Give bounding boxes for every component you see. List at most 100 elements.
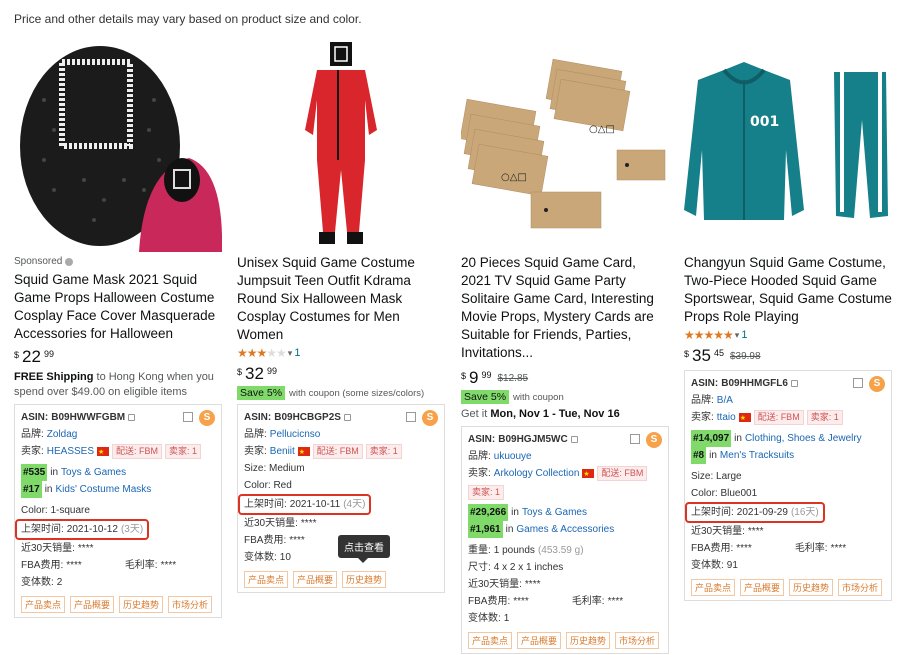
svg-text:○△□: ○△□ bbox=[589, 124, 615, 135]
asin: B09HCBGP2S bbox=[274, 412, 341, 423]
plugin-logo-icon[interactable]: S bbox=[646, 432, 662, 448]
variant-info: Color: 1-square bbox=[21, 505, 90, 516]
price-disclaimer: Price and other details may vary based o… bbox=[14, 12, 362, 26]
history-trend-button[interactable]: 历史趋势 bbox=[789, 579, 834, 596]
star-rating-icon: ★★★★★ bbox=[684, 328, 734, 342]
svg-text:001: 001 bbox=[750, 114, 779, 130]
seller-sprite-panel: S ASIN: B09HGJM5WC 品牌: ukuouye 卖家: Arkolog… bbox=[461, 426, 669, 654]
listed-date-highlight: 上架时间: 2021-09-29 (16天) bbox=[685, 502, 825, 523]
plugin-logo-icon[interactable]: S bbox=[422, 410, 438, 426]
summary-button[interactable]: 产品概要 bbox=[70, 596, 115, 613]
rating[interactable]: ★★★★★ ▾ 1 bbox=[684, 328, 892, 342]
asin: B09HWWFGBM bbox=[51, 412, 126, 423]
product-title[interactable]: Changyun Squid Game Costume, Two-Piece H… bbox=[684, 254, 892, 326]
asin: B09HHMGFL6 bbox=[721, 378, 788, 389]
price: $32 99 bbox=[237, 364, 277, 383]
product-title[interactable]: 20 Pieces Squid Game Card, 2021 TV Squid… bbox=[461, 254, 669, 362]
product-card: Sponsored Squid Game Mask 2021 Squid Gam… bbox=[14, 40, 223, 618]
product-title[interactable]: Unisex Squid Game Costume Jumpsuit Teen … bbox=[237, 254, 445, 344]
sponsored-label: Sponsored bbox=[14, 256, 222, 267]
star-rating-icon: ★★★★★ bbox=[237, 346, 287, 360]
seller-sprite-panel: S ASIN: B09HHMGFL6 品牌:B/A 卖家:ttaio配送: FB… bbox=[684, 370, 892, 601]
category-link[interactable]: Games & Accessories bbox=[516, 521, 614, 538]
summary-button[interactable]: 产品概要 bbox=[517, 632, 562, 649]
product-image[interactable]: ○△□ ○△□ bbox=[459, 40, 669, 252]
grid-icon[interactable] bbox=[406, 412, 416, 422]
rank-badge: #14,097 bbox=[691, 430, 732, 447]
delivery-info: Get it Mon, Nov 1 - Tue, Nov 16 bbox=[461, 408, 620, 420]
svg-text:○△□: ○△□ bbox=[501, 172, 527, 183]
grid-icon[interactable] bbox=[630, 434, 640, 444]
list-price: $12.85 bbox=[497, 373, 529, 384]
price: $9 99 $12.85 bbox=[461, 368, 529, 387]
category-link[interactable]: Toys & Games bbox=[61, 464, 126, 481]
price: $35 45 $39.98 bbox=[684, 346, 761, 365]
variant-info: Color: Red bbox=[244, 480, 292, 491]
coupon[interactable]: Save 5% with coupon (some sizes/colors) bbox=[237, 386, 445, 400]
info-icon[interactable] bbox=[65, 257, 74, 266]
market-analysis-button[interactable]: 市场分析 bbox=[168, 596, 213, 613]
china-flag-icon bbox=[582, 466, 595, 483]
seller-link[interactable]: Arkology Collection bbox=[494, 465, 580, 482]
rank-badge: #8 bbox=[691, 447, 707, 464]
listed-date-highlight: 上架时间: 2021-10-12 (3天) bbox=[15, 519, 150, 540]
plugin-logo-icon[interactable]: S bbox=[199, 410, 215, 426]
asin: B09HGJM5WC bbox=[498, 434, 568, 445]
seller-link[interactable]: ttaio bbox=[717, 409, 736, 426]
category-link[interactable]: Men's Tracksuits bbox=[720, 447, 794, 464]
product-image[interactable]: 001 bbox=[684, 40, 892, 252]
copy-icon[interactable] bbox=[128, 414, 136, 421]
variant-info: Color: Blue001 bbox=[691, 488, 758, 499]
listed-date-highlight: 上架时间: 2021-10-11 (4天) bbox=[238, 494, 372, 515]
product-title[interactable]: Squid Game Mask 2021 Squid Game Props Ha… bbox=[14, 271, 222, 343]
selling-points-button[interactable]: 产品卖点 bbox=[468, 632, 513, 649]
china-flag-icon bbox=[297, 444, 310, 461]
product-image[interactable] bbox=[237, 40, 445, 252]
market-analysis-button[interactable]: 市场分析 bbox=[838, 579, 883, 596]
seller-sprite-panel: S ASIN: B09HCBGP2S 品牌: Pellucicnso 卖家: Ben… bbox=[237, 404, 445, 593]
selling-points-button[interactable]: 产品卖点 bbox=[691, 579, 736, 596]
brand-link[interactable]: B/A bbox=[717, 392, 733, 409]
product-card: 001 Changyun Squid Game Costume, Two-Pie… bbox=[684, 40, 892, 601]
rating[interactable]: ★★★★★ ▾ 1 bbox=[237, 346, 445, 360]
seller-sprite-panel: S ASIN: B09HWWFGBM 品牌:Zoldag 卖家:HEASSES配… bbox=[14, 404, 222, 618]
summary-button[interactable]: 产品概要 bbox=[740, 579, 785, 596]
rank-badge: #29,266 bbox=[468, 504, 509, 521]
product-card: ○△□ ○△□ 20 Pieces Squid Game Card, 2021 … bbox=[459, 40, 669, 654]
copy-icon[interactable] bbox=[790, 380, 798, 387]
brand-link[interactable]: Zoldag bbox=[47, 426, 78, 443]
history-trend-button[interactable]: 历史趋势 bbox=[119, 596, 164, 613]
rank-badge: #535 bbox=[21, 464, 48, 481]
rank-badge: #17 bbox=[21, 481, 42, 498]
coupon[interactable]: Save 5% with coupon bbox=[461, 390, 669, 404]
product-card: Unisex Squid Game Costume Jumpsuit Teen … bbox=[237, 40, 445, 593]
brand-link[interactable]: Pellucicnso bbox=[270, 426, 321, 443]
size-info: Size: Medium bbox=[244, 463, 305, 474]
copy-icon[interactable] bbox=[570, 436, 578, 443]
grid-icon[interactable] bbox=[853, 378, 863, 388]
selling-points-button[interactable]: 产品卖点 bbox=[244, 571, 289, 588]
selling-points-button[interactable]: 产品卖点 bbox=[21, 596, 66, 613]
category-link[interactable]: Toys & Games bbox=[522, 504, 587, 521]
grid-icon[interactable] bbox=[183, 412, 193, 422]
category-link[interactable]: Kids' Costume Masks bbox=[55, 481, 151, 498]
tooltip: 点击查看 bbox=[338, 535, 390, 563]
brand-link[interactable]: ukuouye bbox=[494, 448, 532, 465]
product-image[interactable] bbox=[14, 40, 223, 252]
china-flag-icon bbox=[97, 444, 110, 461]
shipping-info: FREE Shipping to Hong Kong when you spen… bbox=[14, 371, 214, 398]
chevron-down-icon: ▾ bbox=[734, 329, 740, 340]
history-trend-button[interactable]: 历史趋势 bbox=[342, 571, 387, 588]
seller-link[interactable]: HEASSES bbox=[47, 443, 94, 460]
size-info: Size: Large bbox=[691, 471, 742, 482]
category-link[interactable]: Clothing, Shoes & Jewelry bbox=[745, 430, 862, 447]
china-flag-icon bbox=[738, 410, 751, 427]
seller-link[interactable]: Beniit bbox=[270, 443, 295, 460]
history-trend-button[interactable]: 历史趋势 bbox=[566, 632, 611, 649]
summary-button[interactable]: 产品概要 bbox=[293, 571, 338, 588]
market-analysis-button[interactable]: 市场分析 bbox=[615, 632, 660, 649]
copy-icon[interactable] bbox=[343, 414, 351, 421]
chevron-down-icon: ▾ bbox=[287, 347, 293, 358]
list-price: $39.98 bbox=[729, 351, 761, 362]
plugin-logo-icon[interactable]: S bbox=[869, 376, 885, 392]
